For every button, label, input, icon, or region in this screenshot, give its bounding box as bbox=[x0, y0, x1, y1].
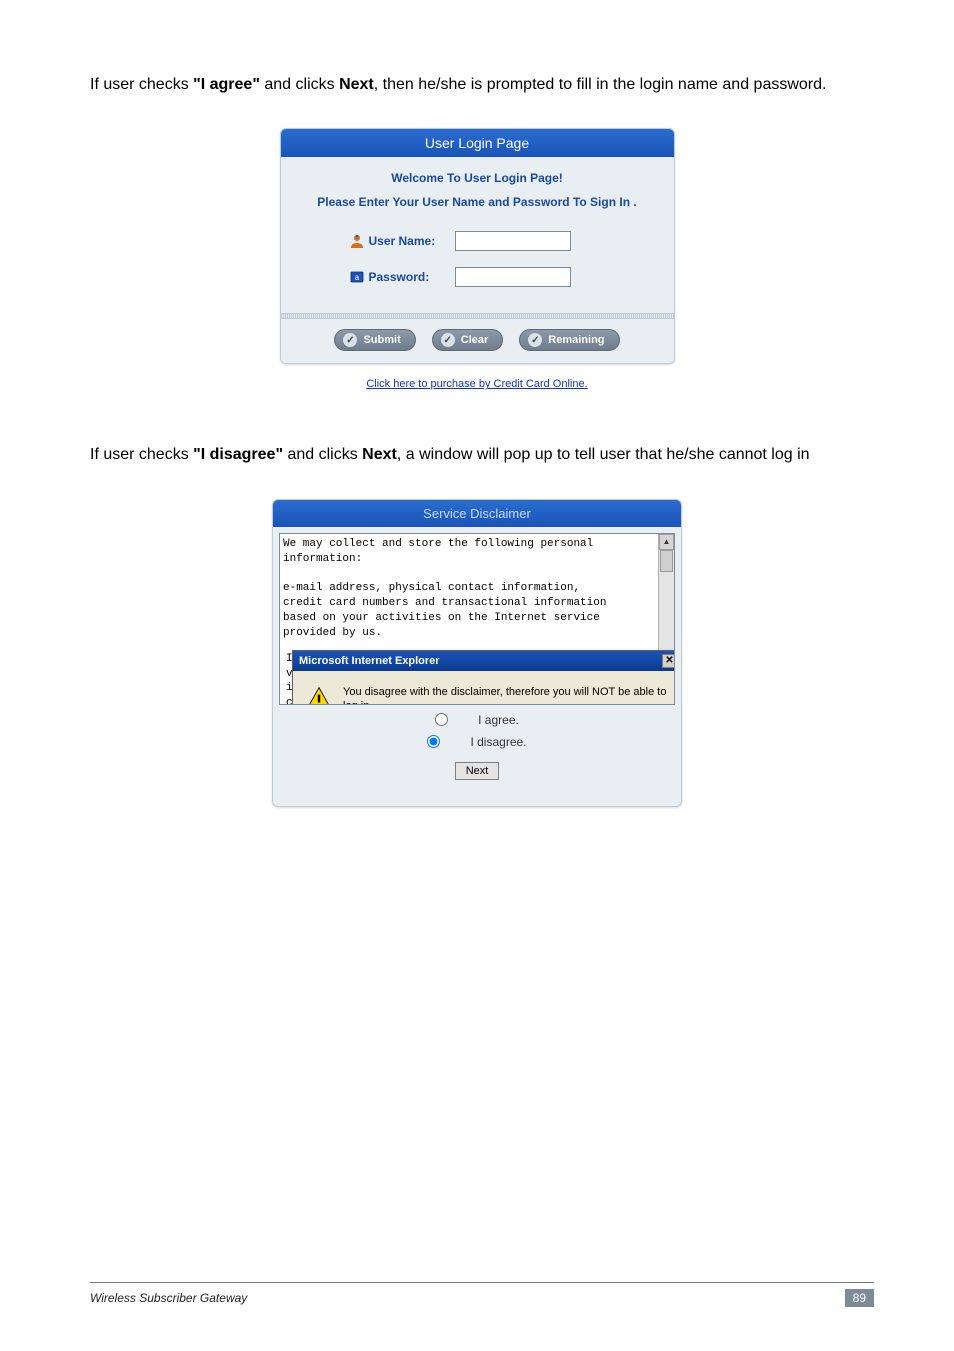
text: , then he/she is prompted to fill in the… bbox=[374, 76, 827, 93]
welcome-text: Welcome To User Login Page! bbox=[291, 171, 664, 185]
username-row: User Name: bbox=[291, 231, 664, 251]
button-label: Clear bbox=[461, 334, 489, 346]
clear-button[interactable]: ✓ Clear bbox=[432, 329, 504, 351]
check-icon: ✓ bbox=[343, 333, 357, 347]
instruction-text: Please Enter Your User Name and Password… bbox=[291, 195, 664, 209]
disagree-radio-row: I disagree. bbox=[279, 735, 675, 749]
password-row: a Password: bbox=[291, 267, 664, 287]
next-button[interactable]: Next bbox=[455, 762, 500, 780]
text: If user checks bbox=[90, 76, 193, 93]
message-dialog: Microsoft Internet Explorer ✕ You disagr… bbox=[292, 650, 675, 705]
scroll-thumb[interactable] bbox=[660, 550, 673, 572]
scroll-up-button[interactable]: ▲ bbox=[659, 534, 674, 550]
text: If user checks bbox=[90, 446, 193, 463]
submit-button[interactable]: ✓ Submit bbox=[334, 329, 415, 351]
footer-title: Wireless Subscriber Gateway bbox=[90, 1291, 247, 1305]
text-bold: Next bbox=[362, 446, 397, 463]
disclaimer-textarea[interactable]: We may collect and store the following p… bbox=[279, 533, 675, 705]
password-label: Password: bbox=[369, 270, 455, 284]
page-number: 89 bbox=[845, 1289, 874, 1307]
text: , a window will pop up to tell user that… bbox=[397, 446, 810, 463]
password-icon: a bbox=[349, 269, 365, 285]
paragraph-2: If user checks "I disagree" and clicks N… bbox=[90, 440, 864, 470]
disclaimer-panel: Service Disclaimer We may collect and st… bbox=[272, 499, 682, 807]
text-bold: "I agree" bbox=[193, 76, 260, 93]
text-bold: Next bbox=[339, 76, 374, 93]
login-panel: User Login Page Welcome To User Login Pa… bbox=[280, 128, 675, 364]
remaining-button[interactable]: ✓ Remaining bbox=[519, 329, 619, 351]
text: and clicks bbox=[283, 446, 362, 463]
purchase-link[interactable]: Click here to purchase by Credit Card On… bbox=[90, 378, 864, 390]
page-footer: Wireless Subscriber Gateway 89 bbox=[90, 1282, 874, 1307]
button-label: Submit bbox=[363, 334, 400, 346]
agree-radio-row: I agree. bbox=[279, 713, 675, 727]
disagree-radio[interactable] bbox=[427, 735, 440, 748]
text: and clicks bbox=[260, 76, 339, 93]
check-icon: ✓ bbox=[528, 333, 542, 347]
login-panel-title: User Login Page bbox=[281, 129, 674, 157]
paragraph-1: If user checks "I agree" and clicks Next… bbox=[90, 70, 864, 100]
username-label: User Name: bbox=[369, 234, 455, 248]
password-input[interactable] bbox=[455, 267, 571, 287]
username-input[interactable] bbox=[455, 231, 571, 251]
agree-radio[interactable] bbox=[435, 713, 448, 726]
agree-label: I agree. bbox=[478, 713, 519, 727]
user-icon bbox=[349, 233, 365, 249]
dialog-text: You disagree with the disclaimer, theref… bbox=[343, 685, 671, 705]
check-icon: ✓ bbox=[441, 333, 455, 347]
dialog-title: Microsoft Internet Explorer bbox=[299, 655, 440, 667]
close-button[interactable]: ✕ bbox=[662, 654, 675, 668]
disagree-label: I disagree. bbox=[470, 735, 526, 749]
disclaimer-text: We may collect and store the following p… bbox=[280, 534, 674, 644]
disclaimer-title: Service Disclaimer bbox=[273, 500, 681, 527]
button-label: Remaining bbox=[548, 334, 604, 346]
text-bold: "I disagree" bbox=[193, 446, 283, 463]
warning-icon bbox=[305, 685, 333, 705]
svg-text:a: a bbox=[354, 273, 359, 282]
